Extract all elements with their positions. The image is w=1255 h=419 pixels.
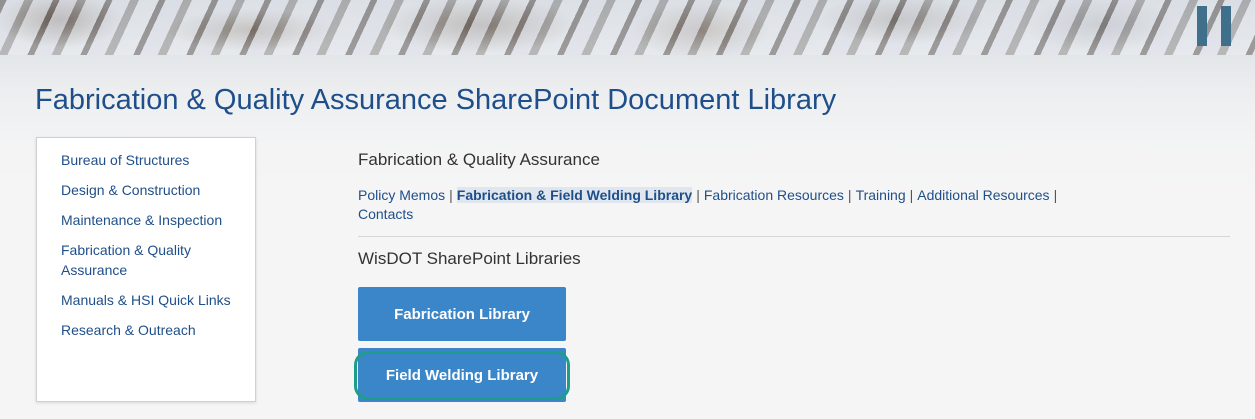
banner-image [0,0,1255,55]
sidebar-item-design-construction[interactable]: Design & Construction [61,180,231,200]
nav-link-contacts[interactable]: Contacts [358,206,413,222]
section-heading: Fabrication & Quality Assurance [358,150,600,169]
nav-separator: | [696,187,700,203]
page-title: Fabrication & Quality Assurance SharePoi… [35,84,837,116]
nav-link-fabrication-field-welding-library[interactable]: Fabrication & Field Welding Library [456,187,693,203]
sidebar-nav: Bureau of Structures Design & Constructi… [36,137,256,402]
sidebar-item-research-outreach[interactable]: Research & Outreach [61,320,231,340]
banner-window [1197,6,1207,46]
section-nav: Policy Memos | Fabrication & Field Welding… [358,186,1230,224]
sidebar-item-fabrication-quality-assurance[interactable]: Fabrication & Quality Assurance [61,240,231,280]
field-welding-library-button[interactable]: Field Welding Library [354,348,570,402]
nav-separator: | [449,187,453,203]
nav-separator: | [1053,187,1058,203]
nav-link-additional-resources[interactable]: Additional Resources [917,187,1049,203]
libraries-heading: WisDOT SharePoint Libraries [358,249,581,268]
nav-separator: | [909,187,914,203]
divider [358,236,1230,237]
sidebar-item-bureau-of-structures[interactable]: Bureau of Structures [61,150,231,170]
sidebar-item-maintenance-inspection[interactable]: Maintenance & Inspection [61,210,231,230]
fabrication-library-button[interactable]: Fabrication Library [358,287,566,341]
nav-link-fabrication-resources[interactable]: Fabrication Resources [704,187,844,203]
main-content: Fabrication & Quality Assurance Policy M… [354,150,1230,402]
banner-window [1221,6,1231,46]
sidebar-item-manuals-hsi[interactable]: Manuals & HSI Quick Links [61,290,231,310]
nav-link-training[interactable]: Training [856,187,906,203]
nav-link-policy-memos[interactable]: Policy Memos [358,187,445,203]
nav-separator: | [847,187,852,203]
